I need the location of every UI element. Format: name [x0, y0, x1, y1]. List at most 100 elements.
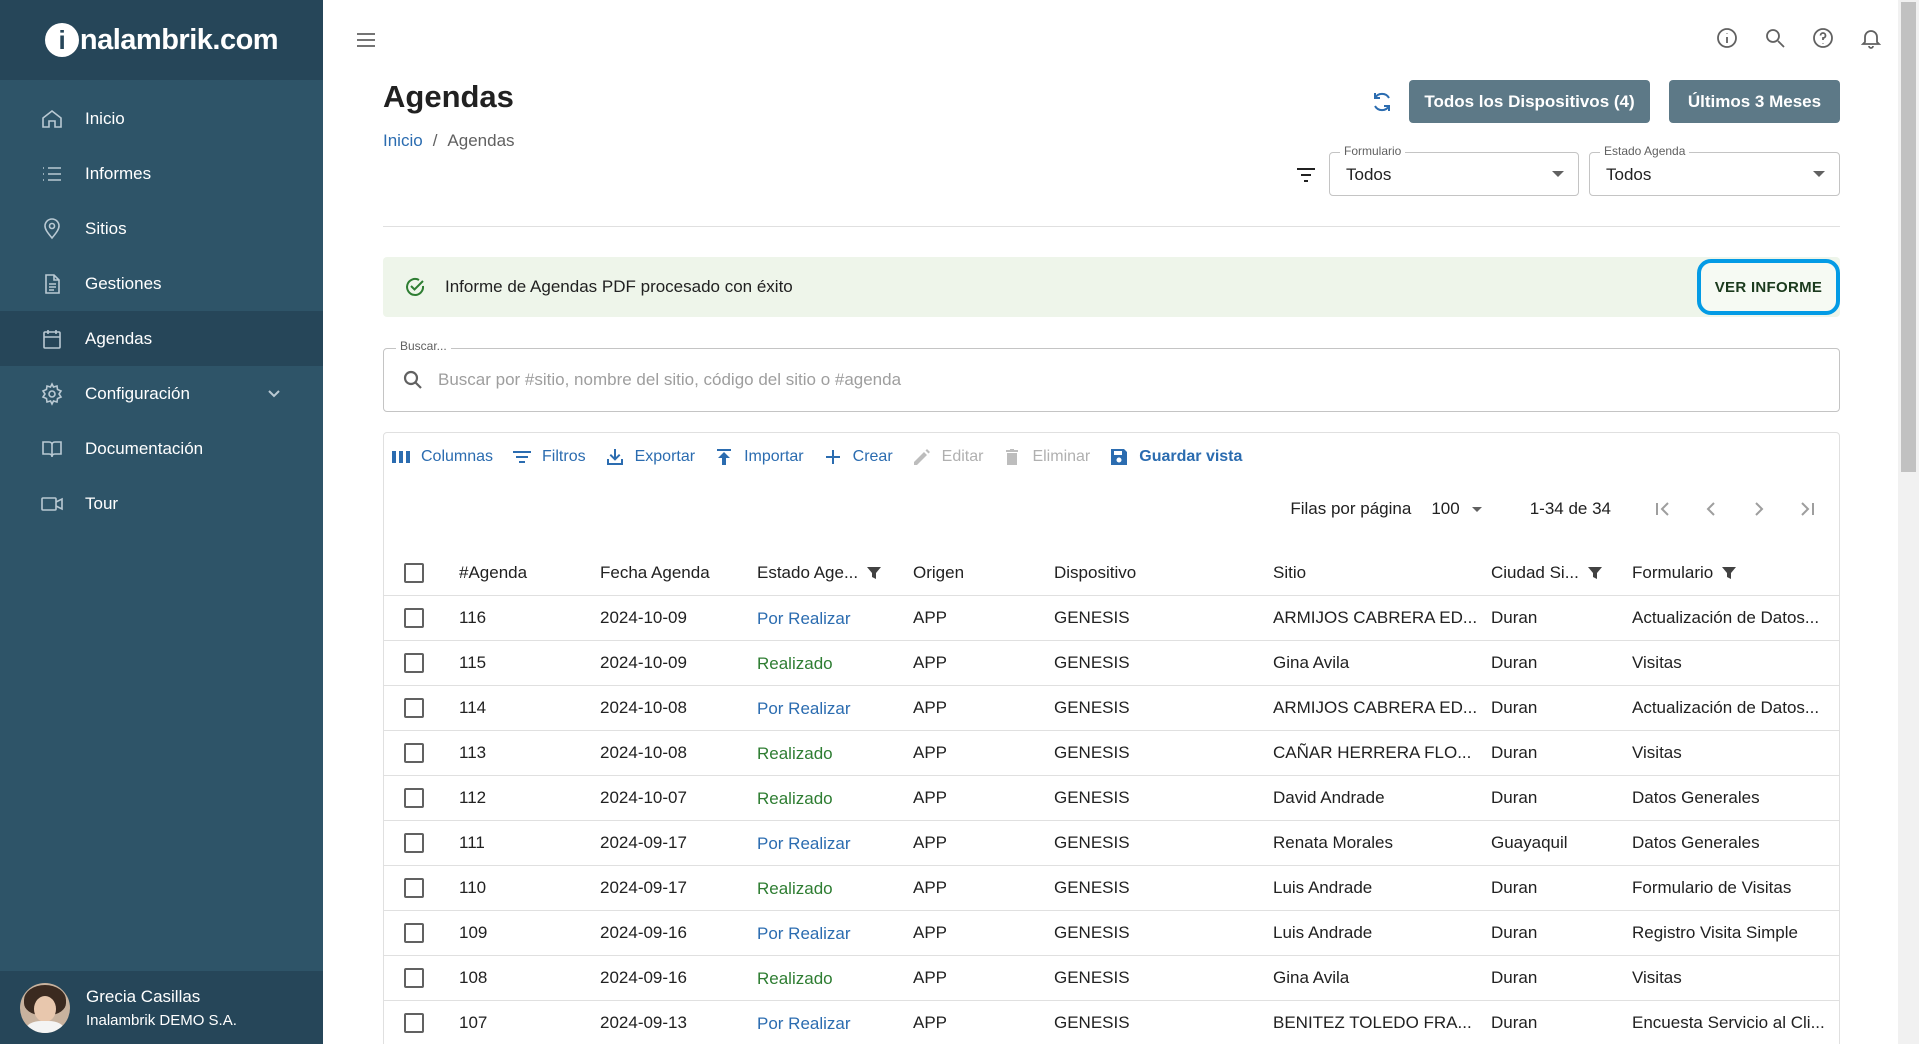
- date-range-button[interactable]: Últimos 3 Meses: [1669, 80, 1840, 123]
- cell-dispositivo: GENESIS: [1054, 788, 1130, 807]
- column-header-estado[interactable]: Estado Age...: [757, 563, 882, 583]
- table-row[interactable]: 111 2024-09-17 Por Realizar APP GENESIS Renat…: [384, 821, 1839, 866]
- save-view-button[interactable]: Guardar vista: [1108, 446, 1242, 468]
- table-row[interactable]: 109 2024-09-16 Por Realizar APP GENESIS Luis …: [384, 911, 1839, 956]
- gear-icon: [40, 381, 64, 406]
- previous-page-icon[interactable]: [1699, 497, 1723, 521]
- brand-logo[interactable]: i nalambrik.com: [44, 23, 279, 57]
- row-checkbox[interactable]: [404, 968, 424, 988]
- filter-icon[interactable]: [1294, 163, 1318, 187]
- filters-button[interactable]: Filtros: [511, 446, 586, 468]
- first-page-icon[interactable]: [1651, 497, 1675, 521]
- import-button[interactable]: Importar: [713, 446, 804, 468]
- table-row[interactable]: 112 2024-10-07 Realizado APP GENESIS David An…: [384, 776, 1839, 821]
- cell-estado: Por Realizar: [757, 924, 851, 943]
- columns-button[interactable]: Columnas: [390, 446, 493, 468]
- column-header-formulario[interactable]: Formulario: [1632, 563, 1737, 583]
- table-row[interactable]: 110 2024-09-17 Realizado APP GENESIS Luis And…: [384, 866, 1839, 911]
- cell-estado: Realizado: [757, 654, 833, 673]
- bell-icon[interactable]: [1859, 26, 1883, 50]
- row-checkbox[interactable]: [404, 653, 424, 673]
- info-icon[interactable]: [1715, 26, 1739, 50]
- row-checkbox[interactable]: [404, 788, 424, 808]
- user-profile[interactable]: Grecia Casillas Inalambrik DEMO S.A.: [0, 971, 323, 1044]
- row-checkbox[interactable]: [404, 923, 424, 943]
- row-checkbox[interactable]: [404, 878, 424, 898]
- breadcrumb-home[interactable]: Inicio: [383, 131, 423, 151]
- select-all-checkbox[interactable]: [404, 563, 424, 583]
- rows-per-page-value: 100: [1431, 499, 1460, 518]
- logo-bar: i nalambrik.com: [0, 0, 323, 80]
- edit-button[interactable]: Editar: [911, 446, 983, 468]
- cell-dispositivo: GENESIS: [1054, 743, 1130, 762]
- save-icon: [1111, 449, 1128, 465]
- row-checkbox[interactable]: [404, 608, 424, 628]
- sidebar-item-sitios[interactable]: Sitios: [0, 201, 323, 256]
- column-filter-icon[interactable]: [1587, 565, 1603, 581]
- table-row[interactable]: 114 2024-10-08 Por Realizar APP GENESIS ARMIJ…: [384, 686, 1839, 731]
- search-icon[interactable]: [1763, 26, 1787, 50]
- row-checkbox[interactable]: [404, 743, 424, 763]
- table-row[interactable]: 116 2024-10-09 Por Realizar APP GENESIS ARMIJ…: [384, 596, 1839, 641]
- scrollbar[interactable]: [1898, 0, 1919, 1044]
- upload-icon: [717, 449, 732, 465]
- menu-icon[interactable]: [354, 28, 378, 52]
- last-page-icon[interactable]: [1795, 497, 1819, 521]
- sidebar-item-informes[interactable]: Informes: [0, 146, 323, 201]
- table-row[interactable]: 113 2024-10-08 Realizado APP GENESIS CAÑAR HE…: [384, 731, 1839, 776]
- sidebar-item-inicio[interactable]: Inicio: [0, 91, 323, 146]
- export-button[interactable]: Exportar: [604, 446, 695, 468]
- table-row[interactable]: 115 2024-10-09 Realizado APP GENESIS Gina Avi…: [384, 641, 1839, 686]
- table-row[interactable]: 107 2024-09-13 Por Realizar APP GENESIS BENIT…: [384, 1001, 1839, 1044]
- sidebar-item-configuracion[interactable]: Configuración: [0, 366, 323, 421]
- sidebar-item-label: Configuración: [85, 383, 190, 403]
- cell-ciudad: Duran: [1491, 698, 1538, 717]
- row-checkbox[interactable]: [404, 833, 424, 853]
- user-name: Grecia Casillas: [86, 986, 201, 1006]
- pencil-icon: [913, 449, 930, 465]
- column-header-dispositivo[interactable]: Dispositivo: [1054, 563, 1136, 583]
- column-filter-icon[interactable]: [866, 565, 882, 581]
- scrollbar-thumb[interactable]: [1901, 2, 1916, 472]
- sidebar-item-tour[interactable]: Tour: [0, 476, 323, 531]
- next-page-icon[interactable]: [1747, 497, 1771, 521]
- cell-ciudad: Guayaquil: [1491, 833, 1568, 852]
- dropdown-arrow-icon: [1813, 171, 1825, 177]
- view-report-button[interactable]: VER INFORME: [1697, 259, 1840, 315]
- table-row[interactable]: 108 2024-09-16 Realizado APP GENESIS Gina Avi…: [384, 956, 1839, 1001]
- help-icon[interactable]: [1811, 26, 1835, 50]
- formulario-select[interactable]: Formulario Todos: [1329, 144, 1579, 196]
- column-header-ciudad[interactable]: Ciudad Si...: [1491, 563, 1603, 583]
- column-header-fecha[interactable]: Fecha Agenda: [600, 563, 710, 583]
- cell-origen: APP: [913, 788, 948, 807]
- refresh-icon[interactable]: [1369, 89, 1395, 115]
- devices-button[interactable]: Todos los Dispositivos (4): [1409, 80, 1650, 123]
- estado-agenda-select-label: Estado Agenda: [1600, 144, 1690, 158]
- row-checkbox[interactable]: [404, 698, 424, 718]
- sidebar-item-label: Agendas: [85, 328, 153, 348]
- sidebar-item-gestiones[interactable]: Gestiones: [0, 256, 323, 311]
- chevron-down-icon[interactable]: [265, 384, 283, 402]
- success-alert: Informe de Agendas PDF procesado con éxi…: [383, 257, 1840, 317]
- column-header-agenda[interactable]: #Agenda: [459, 563, 527, 583]
- rows-per-page-select[interactable]: 100: [1431, 499, 1482, 519]
- columns-label: Columnas: [421, 448, 494, 465]
- sidebar-item-agendas[interactable]: Agendas: [0, 311, 323, 366]
- cell-ciudad: Duran: [1491, 788, 1538, 807]
- column-header-origen[interactable]: Origen: [913, 563, 964, 583]
- estado-agenda-select[interactable]: Estado Agenda Todos: [1589, 144, 1840, 196]
- cell-origen: APP: [913, 968, 948, 987]
- column-filter-icon[interactable]: [1721, 565, 1737, 581]
- delete-button[interactable]: Eliminar: [1001, 446, 1090, 468]
- sidebar: i nalambrik.com Inicio Informes Sitios G…: [0, 0, 323, 1044]
- create-button[interactable]: Crear: [822, 446, 893, 468]
- cell-fecha: 2024-09-16: [600, 968, 687, 987]
- cell-estado: Por Realizar: [757, 1014, 851, 1033]
- search-input[interactable]: [438, 363, 1818, 397]
- cell-agenda: 112: [459, 788, 487, 807]
- cell-ciudad: Duran: [1491, 1013, 1538, 1032]
- column-header-sitio[interactable]: Sitio: [1273, 563, 1306, 583]
- row-checkbox[interactable]: [404, 1013, 424, 1033]
- cell-estado: Realizado: [757, 879, 833, 898]
- sidebar-item-documentacion[interactable]: Documentación: [0, 421, 323, 476]
